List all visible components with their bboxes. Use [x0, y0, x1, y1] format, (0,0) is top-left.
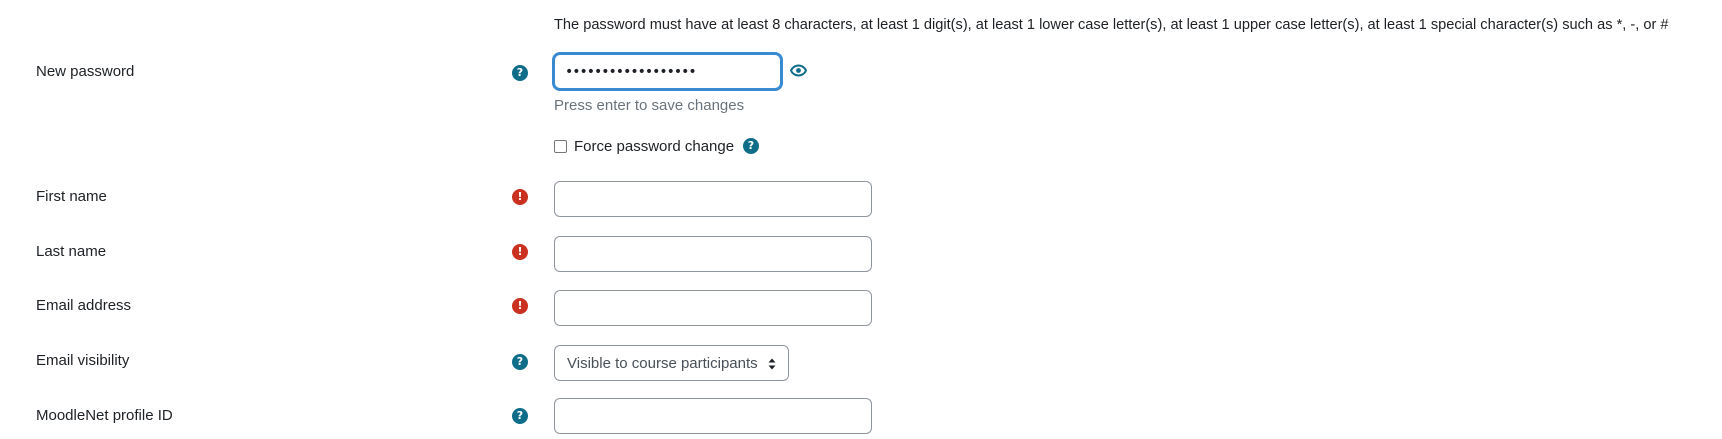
force-password-change-label[interactable]: Force password change [574, 138, 734, 155]
eye-icon[interactable] [790, 64, 807, 77]
first-name-label: First name [36, 188, 107, 205]
email-address-input[interactable] [554, 290, 872, 326]
moodlenet-profile-id-input[interactable] [554, 398, 872, 434]
question-mark-icon[interactable]: ? [512, 408, 528, 424]
email-visibility-select[interactable]: Visible to course participants [554, 345, 789, 381]
exclamation-icon: ! [512, 189, 528, 205]
press-enter-hint: Press enter to save changes [554, 97, 745, 114]
password-policy-text: The password must have at least 8 charac… [554, 17, 1669, 33]
moodlenet-profile-id-label: MoodleNet profile ID [36, 407, 173, 424]
force-password-change-row: Force password change [554, 137, 734, 155]
new-password-label: New password [36, 63, 135, 80]
question-mark-icon[interactable]: ? [512, 354, 528, 370]
question-mark-icon[interactable]: ? [512, 65, 528, 81]
email-visibility-selected-value: Visible to course participants [567, 354, 758, 372]
email-visibility-label: Email visibility [36, 352, 130, 369]
last-name-label: Last name [36, 243, 107, 260]
question-mark-icon[interactable]: ? [743, 138, 759, 154]
email-address-label: Email address [36, 297, 132, 314]
last-name-input[interactable] [554, 236, 872, 272]
first-name-input[interactable] [554, 181, 872, 217]
exclamation-icon: ! [512, 244, 528, 260]
force-password-change-checkbox[interactable] [554, 139, 567, 153]
new-password-input[interactable] [552, 52, 783, 91]
select-arrows-icon [768, 358, 776, 370]
exclamation-icon: ! [512, 298, 528, 314]
